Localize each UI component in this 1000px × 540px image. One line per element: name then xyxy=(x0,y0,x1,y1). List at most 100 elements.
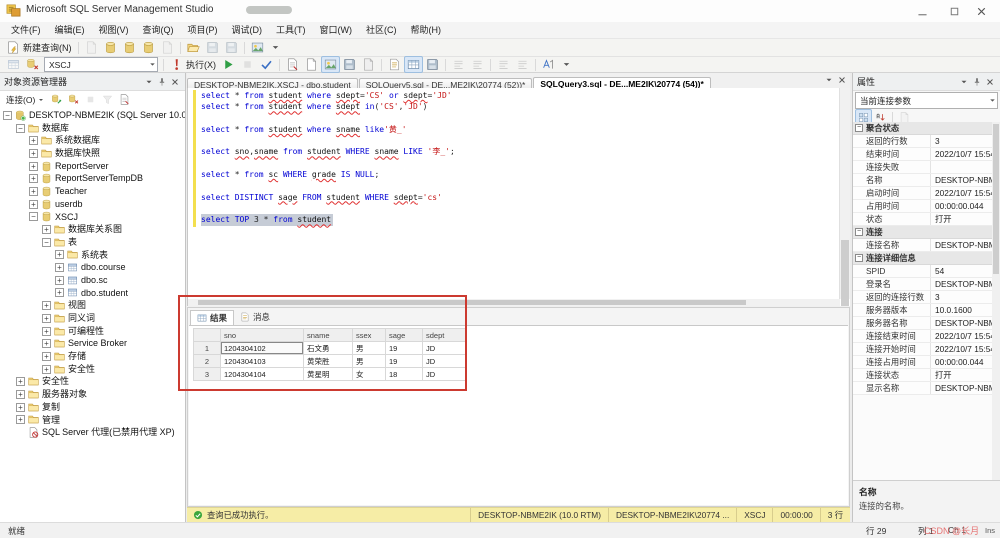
property-row[interactable]: 服务器版本10.0.1600 xyxy=(853,304,992,317)
connect-icon[interactable] xyxy=(48,91,65,108)
property-row[interactable]: 登录名DESKTOP-NBME2IK xyxy=(853,278,992,291)
expand-icon[interactable]: + xyxy=(29,187,38,196)
sqlcmd-mode-icon[interactable] xyxy=(359,56,378,73)
toolbar-overflow-icon[interactable] xyxy=(267,39,284,56)
collapse-icon[interactable]: − xyxy=(29,212,38,221)
analysis-query-icon[interactable] xyxy=(120,39,139,56)
property-row[interactable]: 连接名称DESKTOP-NBME2IK xyxy=(853,239,992,252)
grid-cell[interactable]: 男 xyxy=(353,355,386,368)
database-engine-query-icon[interactable] xyxy=(101,39,120,56)
tree-item[interactable]: +存储 xyxy=(0,350,185,363)
menu-item-1[interactable]: 文件(F) xyxy=(4,22,48,38)
menu-item-8[interactable]: 窗口(W) xyxy=(313,22,360,38)
collapse-icon[interactable]: − xyxy=(855,254,863,262)
tree-item[interactable]: +视图 xyxy=(0,299,185,312)
menu-item-3[interactable]: 视图(V) xyxy=(92,22,136,38)
menu-item-7[interactable]: 工具(T) xyxy=(269,22,313,38)
code-area[interactable]: select * from student where sdept='CS' o… xyxy=(201,90,837,297)
pin-icon[interactable] xyxy=(970,75,983,88)
stop-icon[interactable] xyxy=(82,91,99,108)
property-group-header[interactable]: −聚合状态 xyxy=(853,122,992,135)
toolbar-overflow-icon[interactable] xyxy=(558,56,575,73)
expand-icon[interactable]: + xyxy=(55,276,64,285)
grid-cell[interactable]: 18 xyxy=(386,368,423,381)
indent-icon[interactable] xyxy=(513,56,532,73)
results-tab-2[interactable]: 消息 xyxy=(234,310,276,324)
tree-item[interactable]: +复制 xyxy=(0,401,185,414)
code-line[interactable] xyxy=(201,158,837,169)
code-line[interactable]: select sno,sname from student WHERE snam… xyxy=(201,146,837,157)
expand-icon[interactable]: + xyxy=(16,403,25,412)
connect-menu-button[interactable]: 连接(O) xyxy=(3,94,48,106)
expand-icon[interactable]: + xyxy=(29,162,38,171)
grid-cell[interactable]: 男 xyxy=(353,342,386,355)
tree-item[interactable]: +服务器对象 xyxy=(0,388,185,401)
close-document-icon[interactable] xyxy=(837,75,847,85)
code-line[interactable]: select DISTINCT sage FROM student WHERE … xyxy=(201,192,837,203)
close-icon[interactable] xyxy=(983,75,996,88)
close-button[interactable] xyxy=(973,4,989,18)
tree-item[interactable]: +dbo.student xyxy=(0,287,185,300)
collapse-icon[interactable]: − xyxy=(855,228,863,236)
property-row[interactable]: 启动时间2022/10/7 15:54:08 xyxy=(853,187,992,200)
expand-icon[interactable]: + xyxy=(29,136,38,145)
database-selector[interactable]: XSCJ xyxy=(44,57,158,72)
code-line[interactable]: select TOP 3 * from student xyxy=(201,214,333,225)
code-line[interactable]: select * from sc WHERE grade IS NULL; xyxy=(201,169,837,180)
property-row[interactable]: 连接状态打开 xyxy=(853,369,992,382)
debug-icon[interactable] xyxy=(219,56,238,73)
expand-icon[interactable]: + xyxy=(16,377,25,386)
property-group-header[interactable]: −连接 xyxy=(853,226,992,239)
tree-item[interactable]: +ReportServerTempDB xyxy=(0,172,185,185)
expand-icon[interactable]: + xyxy=(55,250,64,259)
expand-icon[interactable]: + xyxy=(42,327,51,336)
menu-item-9[interactable]: 社区(C) xyxy=(359,22,404,38)
grid-cell[interactable]: JD xyxy=(423,342,466,355)
code-line[interactable] xyxy=(201,203,837,214)
code-line[interactable] xyxy=(201,113,837,124)
row-number[interactable]: 3 xyxy=(194,368,221,381)
tree-item[interactable]: +系统数据库 xyxy=(0,134,185,147)
change-connection-icon[interactable] xyxy=(23,56,42,73)
expand-icon[interactable]: + xyxy=(16,415,25,424)
minimize-button[interactable] xyxy=(914,4,930,18)
results-to-file-icon[interactable] xyxy=(423,56,442,73)
grid-cell[interactable]: 石文勇 xyxy=(304,342,353,355)
tree-item[interactable]: −XSCJ xyxy=(0,211,185,224)
property-row[interactable]: 结束时间2022/10/7 15:54:08 xyxy=(853,148,992,161)
property-row[interactable]: 占用时间00:00:00.044 xyxy=(853,200,992,213)
expand-icon[interactable]: + xyxy=(42,301,51,310)
property-row[interactable]: 服务器名称DESKTOP-NBME2IK xyxy=(853,317,992,330)
outdent-icon[interactable] xyxy=(494,56,513,73)
menu-item-2[interactable]: 编辑(E) xyxy=(48,22,92,38)
new-query-button[interactable]: 新建查询(N) xyxy=(4,39,75,56)
activity-monitor-icon[interactable] xyxy=(248,39,267,56)
expand-icon[interactable]: + xyxy=(16,390,25,399)
tree-item[interactable]: +数据库快照 xyxy=(0,147,185,160)
tree-item[interactable]: +userdb xyxy=(0,198,185,211)
panel-menu-icon[interactable] xyxy=(142,75,155,88)
tree-item[interactable]: +可编程性 xyxy=(0,325,185,338)
sql-editor[interactable]: select * from student where sdept='CS' o… xyxy=(187,88,850,306)
expand-icon[interactable]: + xyxy=(42,339,51,348)
expand-icon[interactable]: + xyxy=(55,263,64,272)
results-to-grid-icon[interactable] xyxy=(404,56,423,73)
grid-cell[interactable]: JD xyxy=(423,368,466,381)
grid-cell[interactable]: 1204304104 xyxy=(221,368,304,381)
editor-horizontal-scrollbar[interactable] xyxy=(188,299,840,306)
include-actual-plan-icon[interactable] xyxy=(321,56,340,73)
pin-icon[interactable] xyxy=(155,75,168,88)
property-row[interactable]: 状态打开 xyxy=(853,213,992,226)
collapse-icon[interactable]: − xyxy=(855,124,863,132)
tree-item[interactable]: +管理 xyxy=(0,414,185,427)
menu-item-4[interactable]: 查询(Q) xyxy=(136,22,181,38)
expand-icon[interactable]: + xyxy=(42,352,51,361)
row-number[interactable]: 1 xyxy=(194,342,221,355)
save-icon[interactable] xyxy=(203,39,222,56)
expand-icon[interactable]: + xyxy=(29,174,38,183)
property-row[interactable]: 名称DESKTOP-NBME2IK xyxy=(853,174,992,187)
tree-item[interactable]: +Teacher xyxy=(0,185,185,198)
property-row[interactable]: SPID54 xyxy=(853,265,992,278)
collapse-icon[interactable]: − xyxy=(16,124,25,133)
property-row[interactable]: 显示名称DESKTOP-NBME2IK xyxy=(853,382,992,395)
